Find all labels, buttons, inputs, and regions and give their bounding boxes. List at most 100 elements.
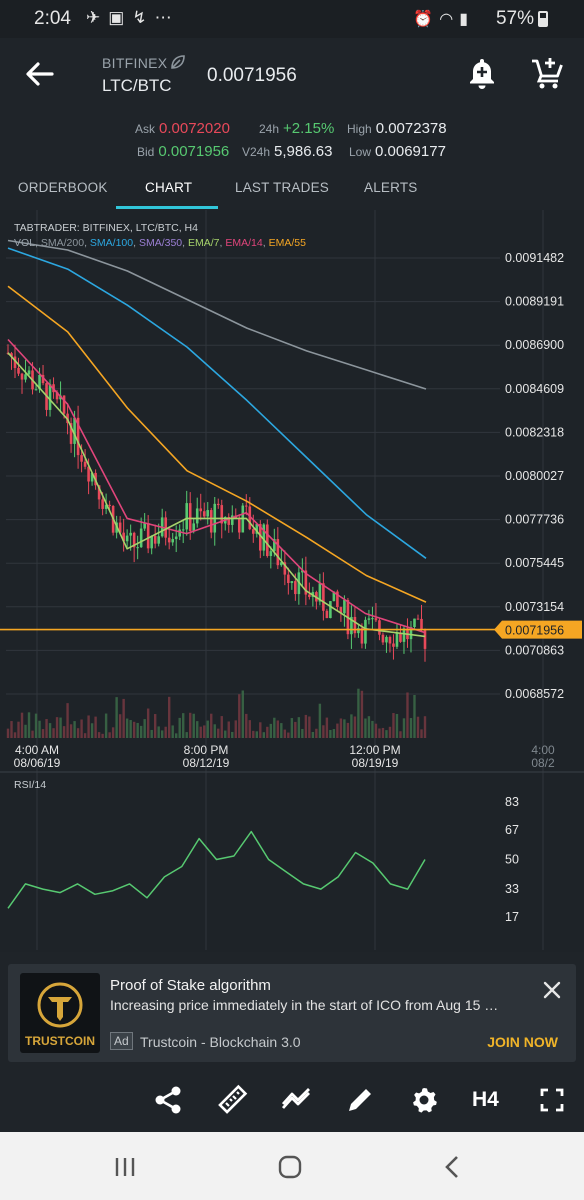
volume-bar: [150, 729, 153, 738]
home-icon[interactable]: [275, 1152, 305, 1182]
network-speed-icon: ↯: [132, 8, 155, 27]
volume-bar: [97, 732, 101, 738]
rsi-tick-label: 50: [505, 853, 519, 867]
candle-body: [192, 523, 196, 531]
add-to-cart-icon[interactable]: [530, 56, 564, 90]
candle-body: [146, 523, 150, 549]
signal-icon: ▮: [459, 11, 474, 28]
candle-body: [20, 373, 24, 380]
volume-bar: [315, 728, 318, 738]
tab-orderbook[interactable]: ORDERBOOK: [18, 180, 108, 195]
time-tick-label: 4:00: [531, 743, 555, 757]
volume-bar: [115, 697, 118, 738]
current-price-line-group: 0.0071956: [0, 620, 582, 639]
volume-bar: [381, 727, 385, 738]
legend-sma350: SMA/350: [139, 237, 182, 249]
indicator-legend: VOL, SMA/200, SMA/100, SMA/350, EMA/7, E…: [14, 237, 306, 249]
more-icon: ⋯: [154, 8, 180, 27]
candle-body: [34, 389, 38, 391]
share-icon[interactable]: [152, 1084, 184, 1116]
tab-last-trades[interactable]: LAST TRADES: [235, 180, 329, 195]
chart-area[interactable]: 0.0091482 0.0089191 0.0086900 0.0084609 0.00…: [0, 210, 584, 952]
volume-bar: [423, 716, 427, 738]
close-icon[interactable]: [542, 980, 562, 1000]
fullscreen-icon[interactable]: [536, 1084, 568, 1116]
candle-body: [178, 529, 182, 537]
legend-vol: VOL: [14, 237, 35, 249]
volume-bar: [185, 732, 188, 738]
legend-sma200: SMA/200: [41, 237, 84, 249]
volume-bar: [132, 721, 136, 738]
time-tick-label: 4:00 AM: [15, 743, 59, 757]
candle-body: [364, 619, 367, 644]
candle-body: [360, 628, 364, 644]
volume-bar: [304, 714, 308, 738]
draw-pencil-icon[interactable]: [344, 1084, 376, 1116]
volume-bar: [146, 708, 150, 738]
recent-apps-icon[interactable]: [110, 1152, 140, 1182]
timeframe-button[interactable]: H4: [472, 1088, 499, 1112]
candle-body: [378, 620, 381, 635]
date-tick-label: 08/06/19: [14, 756, 61, 770]
candle-body: [136, 547, 139, 549]
legend-ema55: EMA/55: [269, 237, 307, 249]
volume-bar: [276, 720, 280, 738]
status-bar: 2:04 ✈▣↯⋯ ⏰◠▮ 57%: [0, 0, 584, 38]
bid-row: Bid 0.0071956: [137, 143, 229, 160]
volume-bar: [206, 720, 209, 738]
time-tick-label: 8:00 PM: [184, 743, 229, 757]
volume-bar: [129, 720, 132, 738]
candle-body: [381, 634, 385, 643]
candle-body: [266, 524, 269, 556]
volume-bar: [402, 718, 406, 738]
volume-bar: [364, 718, 367, 738]
quote-summary: Ask 0.0072020 Bid 0.0071956 24h +2.15% V24h…: [0, 110, 584, 168]
tab-alerts[interactable]: ALERTS: [364, 180, 417, 195]
volume-bar: [266, 726, 269, 738]
logo-text: TRUSTCOIN: [25, 1034, 95, 1048]
volume-value: 5,986.63: [274, 143, 333, 160]
join-now-button[interactable]: JOIN NOW: [487, 1034, 558, 1050]
tab-chart[interactable]: CHART: [145, 180, 192, 195]
volume-bar: [157, 726, 160, 738]
price-chart[interactable]: 0.0091482 0.0089191 0.0086900 0.0084609 0.00…: [0, 210, 584, 952]
settings-icon[interactable]: [408, 1084, 440, 1116]
volume-bar: [136, 722, 139, 738]
price-tick-label: 0.0080027: [505, 469, 564, 483]
volume-bar: [48, 723, 52, 738]
price-tick-label: 0.0075445: [505, 556, 564, 570]
android-nav-bar: [0, 1132, 584, 1200]
ruler-icon[interactable]: [216, 1084, 248, 1116]
volume-bar: [332, 729, 336, 738]
volume-bar: [269, 723, 273, 738]
back-arrow-icon[interactable]: [22, 58, 58, 90]
candle-body: [153, 535, 157, 544]
volume-bar: [83, 733, 87, 738]
volume-bar: [227, 721, 230, 738]
ad-title: Proof of Stake algorithm: [110, 977, 271, 994]
indicators-icon[interactable]: [280, 1084, 312, 1116]
nav-back-icon[interactable]: [438, 1152, 468, 1182]
candle-body: [209, 510, 213, 533]
candle-body: [216, 503, 220, 506]
candle-body: [101, 499, 104, 509]
volume-bar: [17, 721, 20, 738]
volume-bar: [255, 731, 258, 738]
ad-banner[interactable]: TRUSTCOIN Proof of Stake algorithm Incre…: [8, 964, 576, 1062]
candle-body: [416, 618, 420, 620]
candle-body: [167, 537, 171, 543]
volume-bar: [213, 724, 216, 738]
volume-bar: [385, 730, 388, 738]
chart-source-label: TABTRADER: BITFINEX, LTC/BTC, H4: [14, 222, 198, 234]
candle-body: [150, 535, 153, 549]
candle-body: [294, 581, 297, 595]
add-alert-bell-icon[interactable]: [466, 56, 498, 90]
volume-bar: [283, 729, 287, 738]
active-tab-indicator: [116, 206, 218, 209]
change-label: 24h: [259, 122, 280, 136]
volume-bar: [189, 712, 192, 738]
candle-body: [237, 518, 241, 533]
volume-bar: [160, 730, 164, 738]
last-price: 0.0071956: [207, 65, 297, 86]
volume-bar: [101, 733, 104, 738]
